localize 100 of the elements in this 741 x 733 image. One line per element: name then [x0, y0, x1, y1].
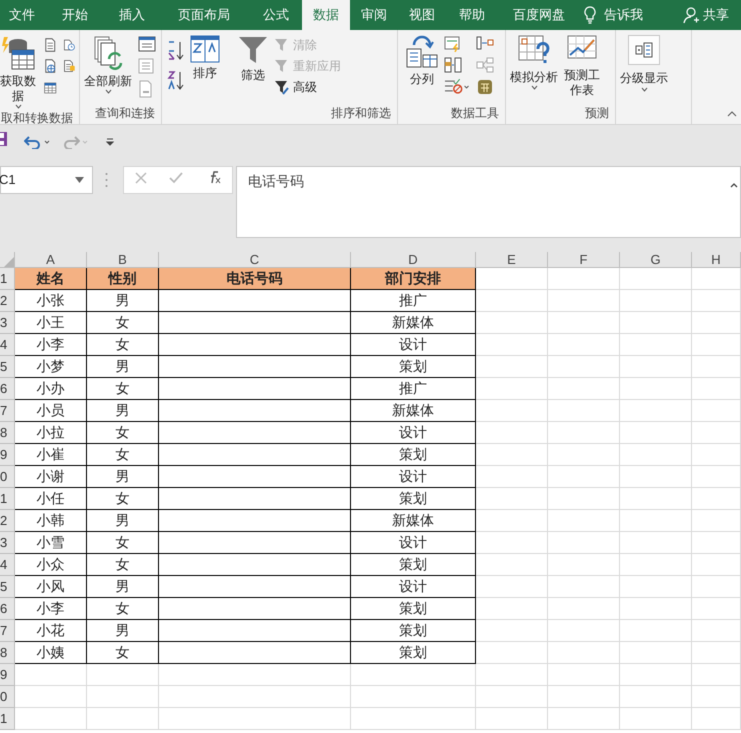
row-header[interactable]: 1: [0, 268, 15, 290]
formula-field[interactable]: 电话号码: [236, 166, 741, 238]
table-cell: 女: [87, 554, 159, 576]
column-header[interactable]: B: [87, 252, 159, 268]
tell-me-button[interactable]: 告诉我: [584, 0, 643, 30]
row-header[interactable]: 5: [0, 576, 15, 598]
empty-cell[interactable]: [159, 290, 351, 312]
row-header[interactable]: 7: [0, 620, 15, 642]
empty-cell[interactable]: [159, 444, 351, 466]
row-header[interactable]: 3: [0, 532, 15, 554]
refresh-all-button[interactable]: 全部刷新: [84, 35, 132, 94]
row-header[interactable]: 5: [0, 356, 15, 378]
ribbon-tab[interactable]: 文件: [0, 0, 44, 30]
table-cell: 男: [87, 290, 159, 312]
table-cell: 男: [87, 356, 159, 378]
empty-cell[interactable]: [159, 488, 351, 510]
row-header[interactable]: 9: [0, 444, 15, 466]
empty-cell[interactable]: [159, 576, 351, 598]
ribbon-tab[interactable]: 数据: [302, 0, 350, 30]
relationships-icon: [476, 57, 494, 73]
data-validation-icon: [444, 78, 470, 94]
funnel-pencil-icon: [274, 79, 290, 95]
funnel-icon: [238, 35, 268, 65]
caret-down-icon: [640, 87, 648, 92]
table-cell: 小谢: [15, 466, 87, 488]
text-to-columns-button[interactable]: 分列: [406, 35, 438, 87]
ribbon-tab[interactable]: 百度网盘: [498, 0, 580, 30]
column-header[interactable]: C: [159, 252, 351, 268]
column-header[interactable]: A: [15, 252, 87, 268]
table-cell: 小张: [15, 290, 87, 312]
table-cell: 女: [87, 532, 159, 554]
table-cell: 女: [87, 642, 159, 664]
table-cell: 设计: [351, 466, 476, 488]
document-globe-icon: [44, 58, 56, 74]
ribbon-tab[interactable]: 插入: [106, 0, 158, 30]
ribbon-tab[interactable]: 开始: [44, 0, 106, 30]
sort-button[interactable]: 排序: [190, 35, 220, 81]
group-label: 预测: [584, 105, 610, 122]
forecast-sheet-button[interactable]: 预测工作表: [564, 35, 600, 98]
empty-cell[interactable]: [159, 378, 351, 400]
row-header[interactable]: 9: [0, 664, 15, 686]
row-header[interactable]: 1: [0, 708, 15, 730]
row-header[interactable]: 2: [0, 290, 15, 312]
row-header[interactable]: 8: [0, 642, 15, 664]
empty-cell[interactable]: [159, 334, 351, 356]
ribbon-tab[interactable]: 公式: [250, 0, 302, 30]
empty-cell[interactable]: [159, 466, 351, 488]
ribbon-tab[interactable]: 帮助: [446, 0, 498, 30]
row-header[interactable]: 0: [0, 686, 15, 708]
empty-cell[interactable]: [159, 554, 351, 576]
share-button[interactable]: 共享: [683, 0, 729, 30]
column-header[interactable]: F: [548, 252, 620, 268]
row-header[interactable]: 8: [0, 422, 15, 444]
empty-cell[interactable]: [159, 510, 351, 532]
row-header[interactable]: 6: [0, 598, 15, 620]
row-header[interactable]: 7: [0, 400, 15, 422]
table-cell: 策划: [351, 598, 476, 620]
empty-cell[interactable]: [159, 642, 351, 664]
empty-cell[interactable]: [159, 620, 351, 642]
group-label: 查询和连接: [94, 105, 156, 122]
undo-button[interactable]: [24, 134, 50, 148]
row-header[interactable]: 6: [0, 378, 15, 400]
ribbon-tab[interactable]: 页面布局: [158, 0, 250, 30]
column-header[interactable]: G: [620, 252, 692, 268]
column-header[interactable]: D: [351, 252, 476, 268]
document-clock-icon: [62, 37, 75, 53]
outline-button[interactable]: 分级显示: [620, 35, 668, 92]
name-box[interactable]: C1: [0, 166, 93, 194]
row-header[interactable]: 0: [0, 466, 15, 488]
what-if-analysis-button[interactable]: 模拟分析: [510, 35, 558, 90]
empty-cell[interactable]: [159, 400, 351, 422]
flash-fill-icon: [444, 36, 462, 52]
filter-option-button[interactable]: 高级: [274, 78, 341, 96]
columns-arrow-icon: [476, 36, 494, 50]
ribbon-tab[interactable]: 视图: [398, 0, 446, 30]
table-cell: 男: [87, 400, 159, 422]
empty-cell[interactable]: [159, 356, 351, 378]
table-cell: 女: [87, 444, 159, 466]
table-cell: 小员: [15, 400, 87, 422]
get-data-button[interactable]: 获取数据: [0, 35, 38, 109]
empty-cell[interactable]: [159, 422, 351, 444]
row-header[interactable]: 2: [0, 510, 15, 532]
empty-cell[interactable]: [159, 598, 351, 620]
data-model-icon: [476, 78, 494, 96]
row-header[interactable]: 4: [0, 554, 15, 576]
table-cell: 设计: [351, 334, 476, 356]
ribbon-tab[interactable]: 审阅: [350, 0, 398, 30]
caret-down-icon: [104, 89, 112, 94]
row-header[interactable]: 1: [0, 488, 15, 510]
checkmark-icon: [169, 172, 183, 184]
column-header[interactable]: H: [692, 252, 741, 268]
row-header[interactable]: 4: [0, 334, 15, 356]
empty-cell[interactable]: [159, 532, 351, 554]
redo-button[interactable]: [62, 134, 88, 148]
filter-button[interactable]: 筛选: [238, 35, 268, 83]
row-header[interactable]: 3: [0, 312, 15, 334]
empty-cell[interactable]: [159, 312, 351, 334]
table-cell: 设计: [351, 422, 476, 444]
column-header[interactable]: E: [476, 252, 548, 268]
window-list-icon: [138, 36, 156, 52]
